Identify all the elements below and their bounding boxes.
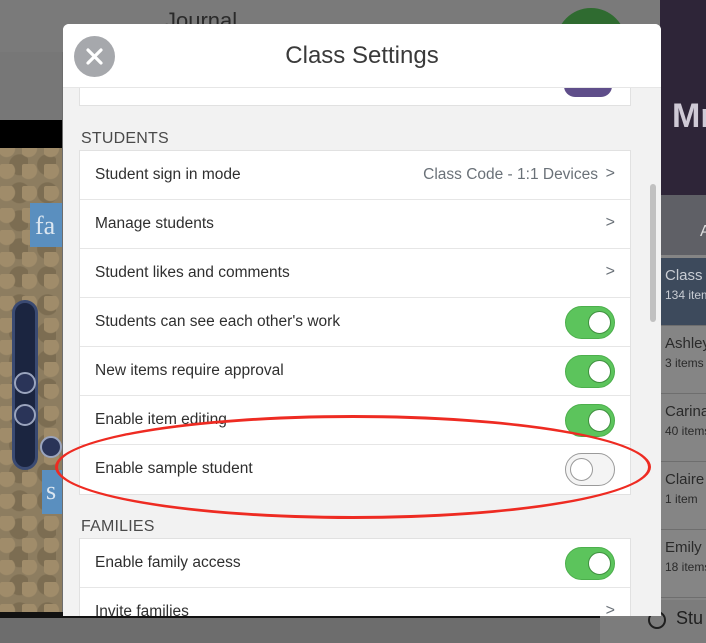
setting-row-see-each-others-work: Students can see each other's work [80,298,630,347]
setting-row-manage-students[interactable]: Manage students > [80,200,630,249]
chevron-right-icon: > [605,263,615,280]
setting-row-family-access: Enable family access [80,539,630,588]
toggle-knob [588,360,611,383]
circuit-node [14,372,36,394]
toggle-see-each-others-work[interactable] [565,306,615,339]
photo-label-top: fa [30,203,62,247]
list-item: Ashley 3 items [660,326,706,394]
chevron-right-icon: > [605,165,615,182]
setting-row-invite-families[interactable]: Invite families > [80,588,630,616]
toggle-knob [570,458,593,481]
section-label-families: FAMILIES [81,518,155,535]
class-settings-modal: Class Settings STUDENTS Student sign in … [63,24,661,616]
toggle-knob [588,311,611,334]
toggle-sample-student[interactable] [565,453,615,486]
setting-row-require-approval: New items require approval [80,347,630,396]
sign-in-mode-value: Class Code - 1:1 Devices [423,166,598,183]
photo-label-bottom: s [42,470,62,514]
toggle-family-access[interactable] [565,547,615,580]
setting-row-student-sign-in-mode[interactable]: Student sign in mode Class Code - 1:1 De… [80,151,630,200]
students-settings-card: Student sign in mode Class Code - 1:1 De… [79,150,631,495]
photo-frame [0,120,62,148]
left-panel [0,52,62,120]
list-item: Emily 18 items [660,530,706,598]
modal-title: Class Settings [285,42,439,69]
toggle-switch[interactable] [564,88,612,97]
circuit-node [40,436,62,458]
circuit-node [14,404,36,426]
add-students-label: Stu [676,608,704,628]
scrollbar-thumb[interactable] [650,184,656,322]
toggle-item-editing[interactable] [565,404,615,437]
setting-row-item-editing: Enable item editing [80,396,630,445]
chevron-right-icon: > [605,214,615,231]
families-settings-card: Enable family access Invite families > [79,538,631,616]
modal-header: Class Settings [63,24,661,88]
side-tab-label: A [700,223,706,240]
class-banner-text: Mr [672,97,706,135]
setting-row-sample-student: Enable sample student [80,445,630,494]
settings-scroll-area[interactable]: STUDENTS Student sign in mode Class Code… [63,88,661,616]
list-item: Carina 40 items [660,394,706,462]
previous-settings-card [79,88,631,106]
list-item: Class 134 items [660,258,706,326]
toggle-knob [588,552,611,575]
chevron-right-icon: > [605,602,615,616]
toggle-knob [588,409,611,432]
section-label-students: STUDENTS [81,130,169,147]
list-item: Claire 1 item [660,462,706,530]
setting-row-likes-comments[interactable]: Student likes and comments > [80,249,630,298]
toggle-require-approval[interactable] [565,355,615,388]
